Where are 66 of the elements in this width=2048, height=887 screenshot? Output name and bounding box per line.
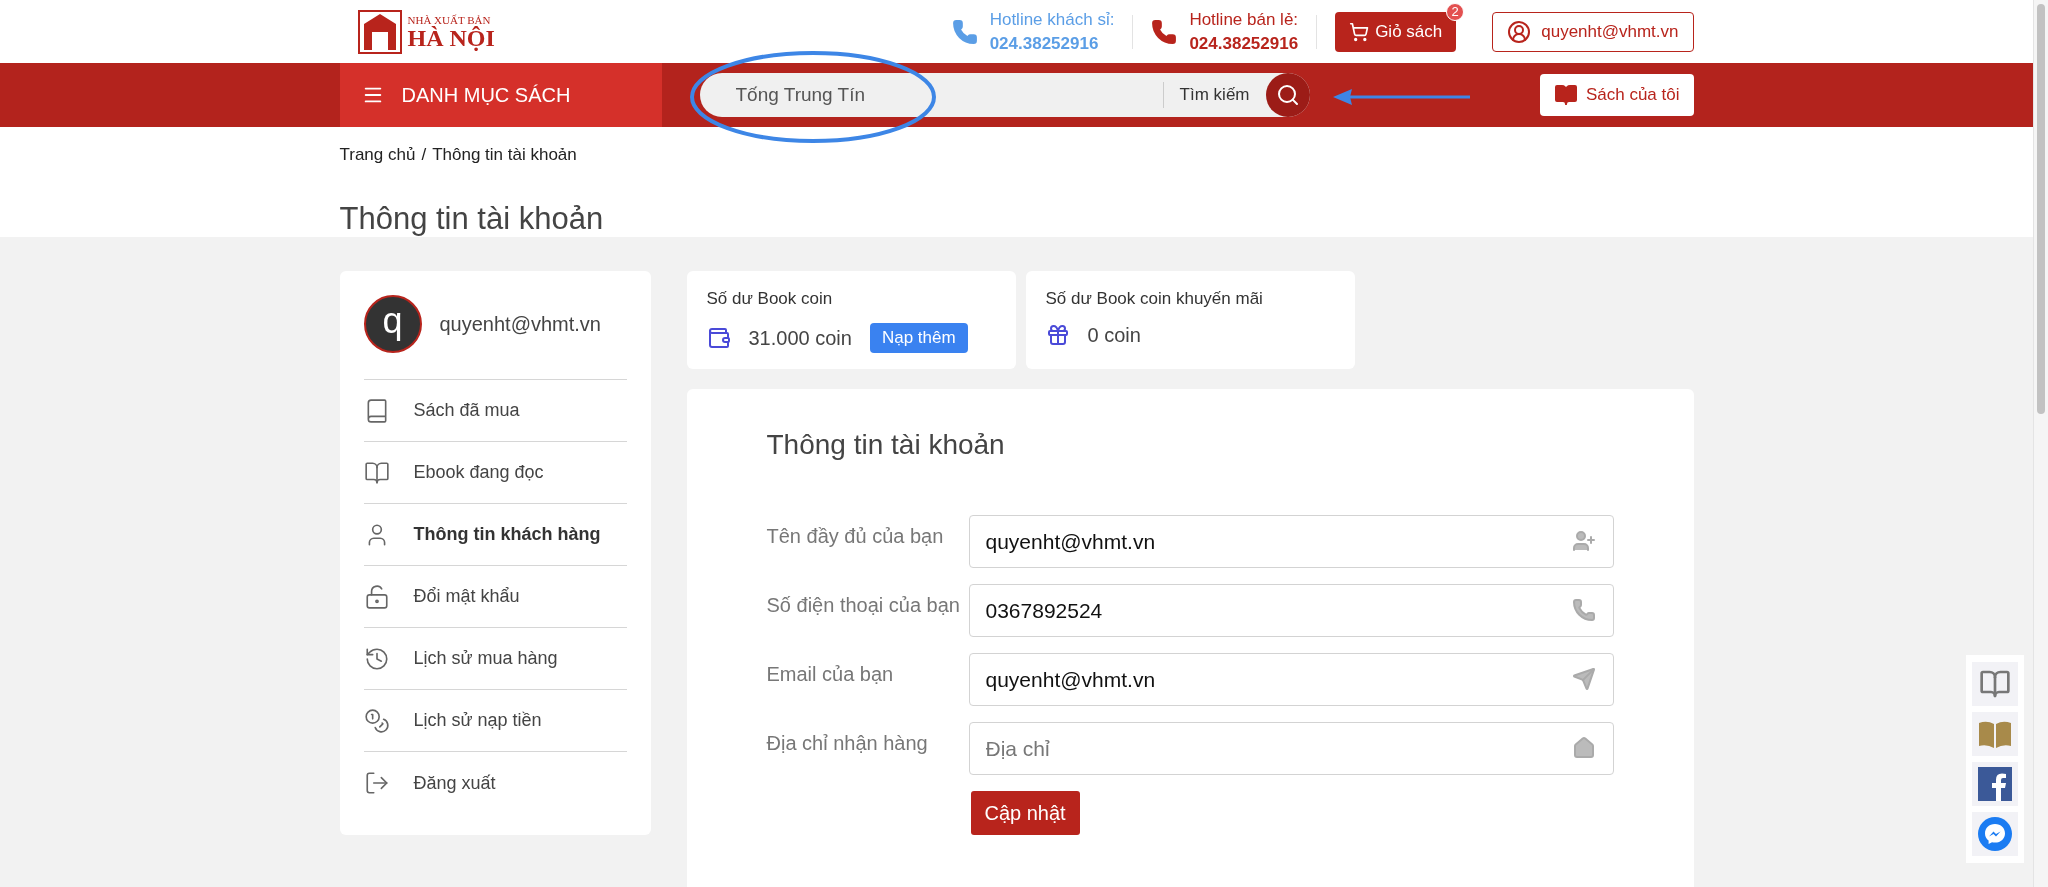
send-icon xyxy=(1571,667,1596,691)
add-user-icon xyxy=(1571,529,1596,553)
gift-icon xyxy=(1045,323,1070,347)
input-field[interactable]: 0367892524 xyxy=(968,584,1614,637)
breadcrumb-link[interactable]: Trang chủ xyxy=(339,145,416,165)
form-title: Thông tin tài khoản xyxy=(766,429,1006,461)
open-book-icon xyxy=(1979,668,2011,700)
library-link[interactable] xyxy=(1972,712,2018,756)
hotline-number: 024.38252916 xyxy=(989,33,1100,54)
balance-label: Số dư Book coin khuyến mãi xyxy=(1045,289,1264,309)
search-bar[interactable]: Tống Trung Tín Tìm kiếm xyxy=(699,73,1310,117)
logo-subtitle: NHÀ XUẤT BẢN xyxy=(407,13,491,26)
padlock-icon xyxy=(363,583,390,610)
cart-count-badge: 2 xyxy=(1446,2,1465,21)
search-button[interactable] xyxy=(1265,73,1310,117)
account-button[interactable]: quyenht@vhmt.vn xyxy=(1492,11,1694,52)
input-field[interactable]: Địa chỉ xyxy=(968,722,1614,775)
logo-icon xyxy=(357,9,402,54)
breadcrumb-link[interactable]: Thông tin tài khoản xyxy=(432,145,577,165)
coins-icon xyxy=(363,707,390,734)
sidebar-item[interactable]: Sách đã mua xyxy=(363,380,627,442)
category-menu-button[interactable]: DANH MỤC SÁCH xyxy=(339,63,662,127)
open-book-icon xyxy=(1553,83,1578,107)
update-button[interactable]: Cập nhật xyxy=(970,791,1080,835)
open-book-icon xyxy=(1978,720,2012,748)
sidebar-item[interactable]: Đăng xuất xyxy=(363,752,627,814)
balance-amount: 31.000 coin xyxy=(748,326,852,350)
wallet-icon xyxy=(706,326,731,350)
balance-label: Số dư Book coin xyxy=(706,289,834,309)
search-icon xyxy=(1275,83,1300,107)
avatar: q xyxy=(363,295,422,353)
cart-icon xyxy=(1349,21,1370,42)
facebook-icon xyxy=(1978,767,2012,801)
search-field[interactable]: Tống Trung Tín xyxy=(699,82,1164,108)
input-field[interactable]: quyenht@vhmt.vn xyxy=(968,515,1614,568)
input-field[interactable]: quyenht@vhmt.vn xyxy=(968,653,1614,706)
messenger-link[interactable] xyxy=(1972,812,2018,856)
logo-title: HÀ NỘI xyxy=(407,25,495,50)
logout-icon xyxy=(363,770,390,796)
field-label: Số điện thoại của bạn xyxy=(766,593,961,618)
sidebar-item[interactable]: Lịch sử nạp tiền xyxy=(363,690,627,752)
facebook-link[interactable] xyxy=(1972,762,2018,806)
ebook-link[interactable] xyxy=(1972,662,2018,706)
field-label: Tên đầy đủ của bạn xyxy=(766,524,945,549)
scrollbar-thumb[interactable] xyxy=(2037,4,2045,414)
my-books-button[interactable]: Sách của tôi xyxy=(1539,74,1694,116)
field-label: Địa chỉ nhận hàng xyxy=(766,731,929,756)
history-icon xyxy=(363,645,390,672)
field-label: Email của bạn xyxy=(766,662,895,687)
hotline-label: Hotline khách sỉ: xyxy=(989,9,1115,30)
search-label: Tìm kiếm xyxy=(1178,85,1251,105)
hotline-number: 024.38252916 xyxy=(1189,33,1299,54)
top-up-button[interactable]: Nạp thêm xyxy=(869,323,968,353)
user-icon xyxy=(1507,19,1532,44)
sidebar-item[interactable]: Thông tin khách hàng xyxy=(363,504,627,566)
messenger-icon xyxy=(1978,817,2012,851)
hotline-label: Hotline bán lẻ: xyxy=(1189,9,1299,30)
sidebar-item[interactable]: Đổi mật khẩu xyxy=(363,566,627,628)
balance-amount: 0 coin xyxy=(1087,323,1141,347)
phone-icon xyxy=(1571,598,1596,622)
profile-email: quyenht@vhmt.vn xyxy=(439,312,601,336)
open-book-icon xyxy=(363,459,390,486)
sidebar-item[interactable]: Lịch sử mua hàng xyxy=(363,628,627,690)
page-title: Thông tin tài khoản xyxy=(339,201,605,237)
sidebar-item[interactable]: Ebook đang đọc xyxy=(363,442,627,504)
breadcrumb-separator: / xyxy=(421,145,427,165)
